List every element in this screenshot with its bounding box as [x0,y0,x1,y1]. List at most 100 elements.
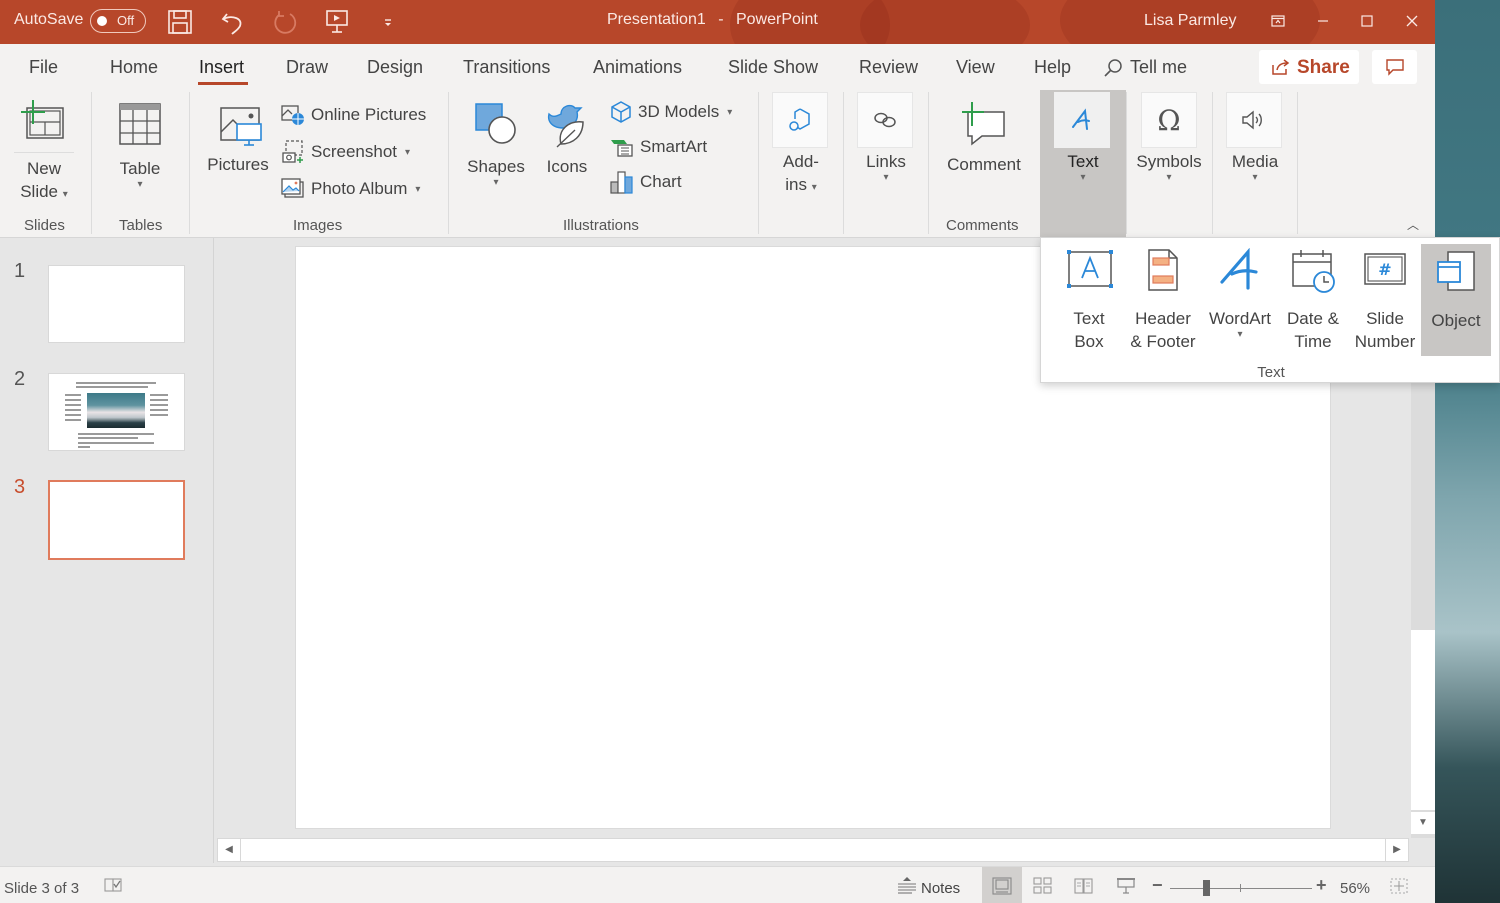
slide-thumbnail-3[interactable] [48,480,185,560]
object-button[interactable]: Object [1421,244,1491,356]
comments-button[interactable] [1372,50,1417,84]
notes-button[interactable]: Notes [921,880,960,897]
media-label: Media [1231,152,1279,171]
reading-view-icon[interactable] [1073,876,1095,896]
group-label-images: Images [293,217,343,234]
media-button[interactable]: Media ▾ [1226,92,1284,183]
scroll-right-icon[interactable]: ▶ [1385,839,1408,861]
status-bar: Slide 3 of 3 Notes − + 56% [0,866,1435,903]
save-icon[interactable] [165,7,195,37]
maximize-icon[interactable] [1352,8,1382,34]
wordart-icon [1220,247,1258,290]
tab-file[interactable]: File [29,57,58,78]
slide-thumbnail-1[interactable] [48,265,185,343]
text-caret: ▾ [1080,172,1086,183]
search-icon [1102,57,1124,79]
links-button[interactable]: Links ▾ [857,92,915,183]
add-ins-label-line2: ins ▾ [785,175,817,194]
chart-button[interactable]: Chart [610,169,682,195]
tab-transitions[interactable]: Transitions [463,57,550,78]
symbols-button[interactable]: Ω Symbols ▾ [1136,92,1202,183]
window-title: Presentation1 - PowerPoint [607,11,818,29]
zoom-out-button[interactable]: − [1152,875,1163,896]
date-time-label-line2: Time [1294,332,1332,351]
slide-thumbnail-2[interactable] [48,373,185,451]
date-time-button[interactable]: Date & Time [1281,248,1345,353]
new-slide-button[interactable]: New Slide ▾ [12,100,76,203]
user-name[interactable]: Lisa Parmley [1144,12,1236,30]
group-separator [1297,92,1298,234]
zoom-slider-thumb[interactable] [1203,880,1211,896]
date-time-label-line1: Date & [1287,309,1339,328]
ribbon-display-options-icon[interactable] [1263,8,1293,34]
notes-icon[interactable] [896,876,918,896]
online-pictures-button[interactable]: Online Pictures [281,102,426,128]
tab-design[interactable]: Design [367,57,423,78]
screenshot-button[interactable]: Screenshot ▾ [281,139,410,165]
undo-icon[interactable] [218,7,248,37]
table-label: Table [119,159,161,178]
smartart-button[interactable]: SmartArt [610,134,707,160]
horizontal-scrollbar[interactable]: ◀ ▶ [217,838,1409,862]
thumb-text-line [150,414,168,416]
accessibility-check-icon[interactable] [103,876,125,896]
3d-models-button[interactable]: 3D Models ▾ [610,99,732,125]
comment-button[interactable]: Comment [944,100,1024,176]
document-title: Presentation1 [607,11,706,28]
redo-icon[interactable] [270,7,300,37]
text-button[interactable]: Text ▾ [1054,92,1112,183]
tab-animations[interactable]: Animations [593,57,682,78]
collapse-ribbon-icon[interactable]: ︿ [1407,216,1419,233]
pictures-button[interactable]: Pictures [205,102,271,176]
zoom-in-button[interactable]: + [1316,875,1327,896]
app-name: PowerPoint [735,11,818,28]
tab-draw[interactable]: Draw [286,57,328,78]
slide-number-label-line1: Slide [1366,309,1404,328]
pictures-label: Pictures [207,155,269,174]
new-comment-icon [962,102,1005,146]
powerpoint-window: AutoSave Off Presentation1 - PowerPoint … [0,0,1435,903]
normal-view-icon[interactable] [991,876,1013,896]
table-button[interactable]: Table ▾ [108,100,172,190]
header-footer-label-line2: & Footer [1130,332,1196,351]
tab-view[interactable]: View [956,57,995,78]
tell-me-search[interactable]: Tell me [1130,57,1187,78]
header-footer-label-line1: Header [1135,309,1191,328]
text-box-button[interactable]: Text Box [1057,248,1121,353]
fit-slide-icon[interactable] [1388,876,1410,896]
links-caret: ▾ [883,172,889,183]
vertical-scroll-thumb[interactable] [1411,630,1435,810]
add-ins-icon-box [772,92,828,148]
zoom-slider-track[interactable] [1170,888,1312,889]
slide-sorter-icon[interactable] [1032,876,1054,896]
active-tab-indicator [198,82,248,85]
tab-review[interactable]: Review [859,57,918,78]
add-ins-button[interactable]: Add- ins ▾ [772,92,830,196]
slide-show-view-icon[interactable] [1115,876,1137,896]
scroll-down-icon[interactable]: ▼ [1411,812,1435,834]
zoom-percent[interactable]: 56% [1340,880,1370,897]
icons-button[interactable]: Icons [540,100,594,178]
tab-home[interactable]: Home [110,57,158,78]
group-separator [91,92,92,234]
photo-album-label: Photo Album [311,179,408,198]
tab-slide-show[interactable]: Slide Show [728,57,818,78]
header-footer-button[interactable]: Header & Footer [1127,248,1199,353]
start-from-beginning-icon[interactable] [322,7,352,37]
slide-number-button[interactable]: # Slide Number [1351,248,1419,353]
customize-qat-icon[interactable] [375,7,405,37]
close-icon[interactable] [1397,8,1427,34]
photo-album-button[interactable]: Photo Album ▾ [281,176,420,202]
shapes-button[interactable]: Shapes ▾ [465,100,527,188]
tab-insert[interactable]: Insert [199,57,244,78]
group-separator [928,92,929,234]
shapes-label: Shapes [467,157,525,176]
tab-help[interactable]: Help [1034,57,1071,78]
media-icon-box [1226,92,1282,148]
share-button[interactable]: Share [1259,50,1359,84]
minimize-icon[interactable] [1308,8,1338,34]
autosave-toggle[interactable]: Off [90,9,146,33]
photo-album-icon [281,178,304,198]
scroll-left-icon[interactable]: ◀ [218,839,241,861]
wordart-button[interactable]: WordArt ▾ [1205,247,1275,340]
